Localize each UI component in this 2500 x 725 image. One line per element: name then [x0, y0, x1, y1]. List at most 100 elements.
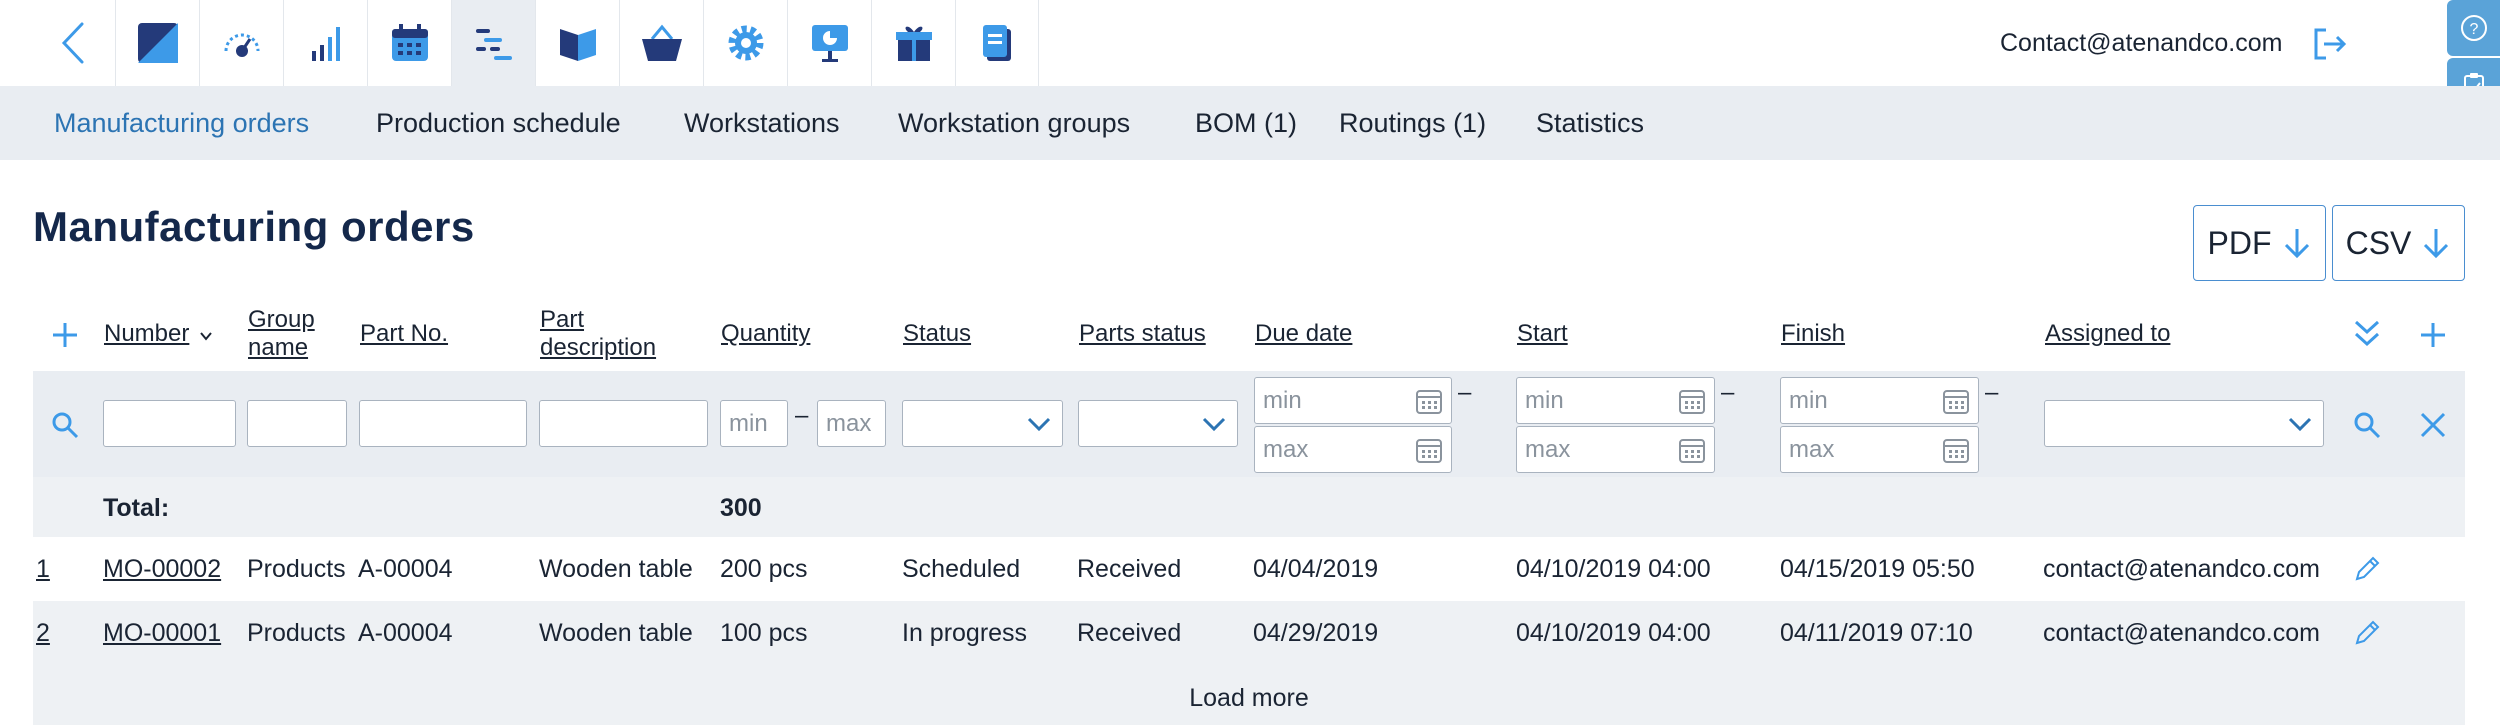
- table-row[interactable]: 1 MO-00002 Products A-00004 Wooden table…: [33, 537, 2465, 601]
- header-quantity[interactable]: Quantity: [721, 320, 810, 348]
- due-date-max-placeholder: max: [1263, 436, 1309, 463]
- chevron-down-icon: [1027, 417, 1051, 432]
- header-finish[interactable]: Finish: [1781, 320, 1845, 348]
- edit-pencil-icon[interactable]: [2351, 553, 2383, 585]
- tab-workstation-groups[interactable]: Workstation groups: [898, 108, 1130, 139]
- module-production[interactable]: [451, 0, 535, 86]
- filter-status-select[interactable]: [902, 400, 1063, 447]
- module-reports[interactable]: [283, 0, 367, 86]
- row-index[interactable]: 2: [36, 619, 50, 648]
- calendar-picker-icon[interactable]: [1678, 436, 1706, 464]
- row-parts-status: Received: [1077, 555, 1182, 583]
- calendar-icon: [391, 24, 428, 61]
- logout-icon[interactable]: [2310, 24, 2350, 64]
- tab-manufacturing-orders[interactable]: Manufacturing orders: [54, 108, 309, 139]
- tab-production-schedule[interactable]: Production schedule: [376, 108, 621, 139]
- add-row-plus-icon[interactable]: [2418, 320, 2448, 350]
- filter-parts-status-select[interactable]: [1078, 400, 1238, 447]
- module-presentation[interactable]: [787, 0, 871, 86]
- load-more-button[interactable]: Load more: [33, 665, 2465, 725]
- finish-max-placeholder: max: [1789, 436, 1835, 463]
- module-gifts[interactable]: [871, 0, 955, 86]
- filter-part-no-input[interactable]: [359, 400, 527, 447]
- header-desc-line1: Part: [540, 306, 585, 333]
- header-part-no[interactable]: Part No.: [360, 320, 448, 348]
- filter-start-min[interactable]: min: [1516, 377, 1715, 424]
- filter-quantity-max[interactable]: max: [817, 400, 886, 447]
- row-parts-status: Received: [1077, 619, 1182, 647]
- header-status[interactable]: Status: [903, 320, 971, 348]
- export-pdf-button[interactable]: PDF: [2193, 205, 2326, 281]
- clear-filter-close-icon[interactable]: [2418, 410, 2448, 440]
- calendar-picker-icon[interactable]: [1415, 436, 1443, 464]
- calendar-picker-icon[interactable]: [1678, 387, 1706, 415]
- page-title: Manufacturing orders: [33, 203, 475, 250]
- top-toolbar: Contact@atenandco.com: [0, 0, 2500, 86]
- dashboard-gauge-icon: [224, 33, 259, 57]
- chevron-down-icon: [2288, 417, 2312, 432]
- filter-quantity-min[interactable]: min: [720, 400, 788, 447]
- header-part-description[interactable]: Part description: [540, 306, 656, 362]
- tab-routings[interactable]: Routings (1): [1339, 108, 1486, 139]
- calendar-picker-icon[interactable]: [1415, 387, 1443, 415]
- header-group-line2: name: [248, 334, 309, 361]
- module-app-logo[interactable]: [115, 0, 199, 86]
- module-dashboard[interactable]: [199, 0, 283, 86]
- row-order-number[interactable]: MO-00001: [103, 619, 221, 648]
- module-sub-navigation: Manufacturing orders Production schedule…: [0, 86, 2500, 160]
- apply-filter-search-icon[interactable]: [2352, 410, 2382, 440]
- filter-description-input[interactable]: [539, 400, 708, 447]
- module-catalog[interactable]: [535, 0, 619, 86]
- row-order-number[interactable]: MO-00002: [103, 555, 221, 584]
- start-min-placeholder: min: [1525, 387, 1564, 414]
- module-documents[interactable]: [955, 0, 1039, 86]
- header-assigned-to[interactable]: Assigned to: [2045, 320, 2170, 348]
- expand-all-chevrons-icon[interactable]: [2352, 318, 2382, 350]
- user-email[interactable]: Contact@atenandco.com: [2000, 29, 2282, 58]
- module-purchasing[interactable]: [619, 0, 703, 86]
- add-column-plus-icon[interactable]: [50, 320, 80, 350]
- module-icon-bar: [115, 0, 1039, 86]
- edit-pencil-icon[interactable]: [2351, 617, 2383, 649]
- filter-due-date-max[interactable]: max: [1254, 426, 1452, 473]
- documents-icon: [983, 25, 1011, 61]
- basket-icon: [641, 24, 682, 61]
- due-date-range-dash: –: [1458, 379, 1472, 406]
- calendar-picker-icon[interactable]: [1942, 436, 1970, 464]
- export-csv-button[interactable]: CSV: [2332, 205, 2465, 281]
- row-due-date: 04/29/2019: [1253, 619, 1379, 647]
- tab-workstations[interactable]: Workstations: [684, 108, 840, 139]
- header-due-date[interactable]: Due date: [1255, 320, 1352, 348]
- filter-group-input[interactable]: [247, 400, 347, 447]
- tab-statistics[interactable]: Statistics: [1536, 108, 1644, 139]
- back-arrow-icon[interactable]: [48, 18, 98, 68]
- production-gantt-icon: [475, 29, 512, 60]
- row-index[interactable]: 1: [36, 555, 50, 584]
- calendar-picker-icon[interactable]: [1942, 387, 1970, 415]
- filter-number-input[interactable]: [103, 400, 236, 447]
- header-group-name[interactable]: Group name: [248, 306, 315, 362]
- filter-start-max[interactable]: max: [1516, 426, 1715, 473]
- due-date-min-placeholder: min: [1263, 387, 1302, 414]
- download-arrow-icon: [2284, 229, 2309, 259]
- tab-bom[interactable]: BOM (1): [1195, 108, 1297, 139]
- header-parts-status[interactable]: Parts status: [1079, 320, 1206, 348]
- export-pdf-label: PDF: [2207, 224, 2272, 261]
- row-part-no: A-00004: [358, 619, 453, 647]
- filter-assigned-to-select[interactable]: [2044, 400, 2324, 447]
- gift-icon: [895, 26, 932, 61]
- row-part-no: A-00004: [358, 555, 453, 583]
- table-row[interactable]: 2 MO-00001 Products A-00004 Wooden table…: [33, 601, 2465, 665]
- header-start[interactable]: Start: [1517, 320, 1568, 348]
- header-number[interactable]: Number: [104, 320, 189, 348]
- filter-finish-min[interactable]: min: [1780, 377, 1979, 424]
- help-widget-button[interactable]: ?: [2447, 0, 2500, 56]
- row-group: Products: [247, 555, 346, 583]
- sort-desc-icon[interactable]: [198, 330, 214, 342]
- module-settings[interactable]: [703, 0, 787, 86]
- filter-finish-max[interactable]: max: [1780, 426, 1979, 473]
- module-calendar[interactable]: [367, 0, 451, 86]
- filter-search-icon: [52, 412, 79, 439]
- header-number-label: Number: [104, 320, 190, 347]
- filter-due-date-min[interactable]: min: [1254, 377, 1452, 424]
